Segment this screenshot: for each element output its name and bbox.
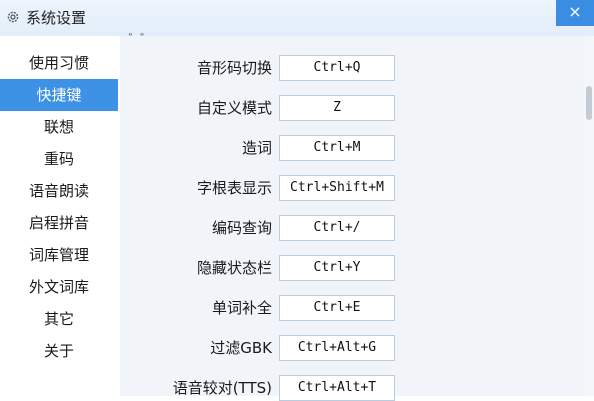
sidebar-item-about[interactable]: 关于 — [0, 335, 118, 367]
hotkey-field-code-lookup[interactable]: Ctrl+/ — [279, 215, 395, 241]
hotkey-field-custom-mode[interactable]: Z — [279, 95, 395, 121]
hotkey-field-radical-table[interactable]: Ctrl+Shift+M — [279, 175, 395, 201]
hotkey-field-filter-gbk[interactable]: Ctrl+Alt+G — [279, 335, 395, 361]
window-title: 系统设置 — [26, 9, 87, 27]
hotkey-field-tts-proofread[interactable]: Ctrl+Alt+T — [279, 375, 395, 401]
sidebar-item-dictionary-management[interactable]: 词库管理 — [0, 239, 118, 271]
sidebar-item-duplicate-codes[interactable]: 重码 — [0, 143, 118, 175]
sidebar-item-other[interactable]: 其它 — [0, 303, 118, 335]
sidebar-item-voice-reading[interactable]: 语音朗读 — [0, 175, 118, 207]
hotkey-label: 自定义模式 — [196, 99, 272, 117]
title-bar: 系统设置 × — [0, 0, 594, 36]
section-marker: " " — [128, 32, 147, 43]
hotkey-field-word-completion[interactable]: Ctrl+E — [279, 295, 395, 321]
hotkey-field-code-switch[interactable]: Ctrl+Q — [279, 55, 395, 81]
sidebar-item-foreign-dictionary[interactable]: 外文词库 — [0, 271, 118, 303]
sidebar-item-association[interactable]: 联想 — [0, 111, 118, 143]
scrollbar-thumb[interactable] — [586, 86, 592, 120]
hotkey-label: 语音较对(TTS) — [172, 379, 272, 397]
hotkey-field-create-word[interactable]: Ctrl+M — [279, 135, 395, 161]
vertical-scrollbar[interactable] — [584, 36, 594, 396]
hotkey-label: 单词补全 — [211, 299, 272, 317]
hotkey-label: 造词 — [241, 139, 272, 157]
shortcut-settings-panel: " " 音形码切换 Ctrl+Q 自定义模式 Z 造词 Ctrl+M 字根表显示… — [120, 32, 584, 401]
gear-icon — [7, 11, 19, 23]
hotkey-label: 音形码切换 — [196, 59, 272, 77]
hotkey-label: 隐藏状态栏 — [196, 259, 272, 277]
hotkey-field-hide-status-bar[interactable]: Ctrl+Y — [279, 255, 395, 281]
sidebar: 使用习惯 快捷键 联想 重码 语音朗读 启程拼音 词库管理 外文词库 其它 关于 — [0, 36, 120, 396]
sidebar-item-usage-habits[interactable]: 使用习惯 — [0, 47, 118, 79]
sidebar-item-shortcuts[interactable]: 快捷键 — [0, 79, 118, 111]
sidebar-item-qicheng-pinyin[interactable]: 启程拼音 — [0, 207, 118, 239]
hotkey-label: 字根表显示 — [196, 179, 272, 197]
hotkey-label: 过滤GBK — [210, 339, 272, 357]
hotkey-label: 编码查询 — [211, 219, 272, 237]
close-button[interactable]: × — [556, 0, 594, 26]
